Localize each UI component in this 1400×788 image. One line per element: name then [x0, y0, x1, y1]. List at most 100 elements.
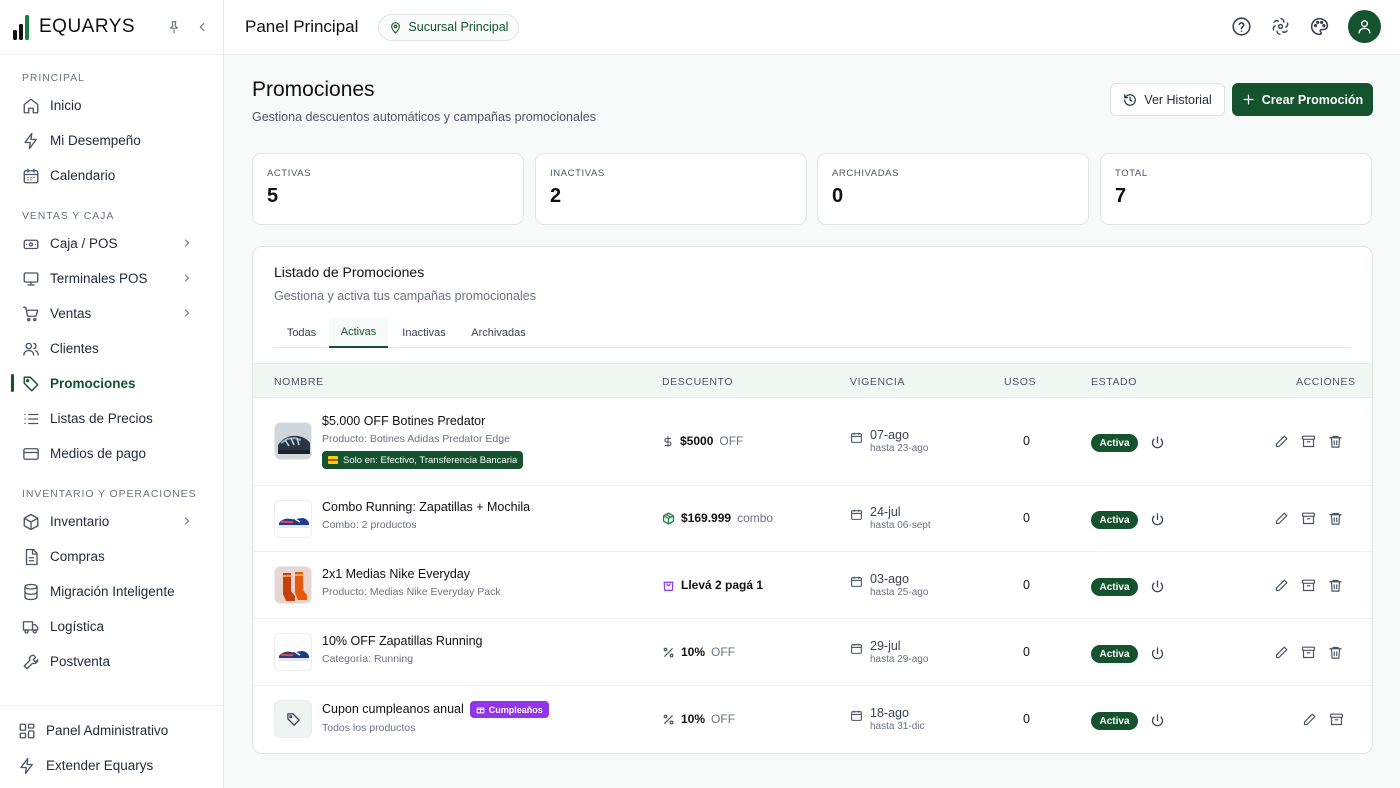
sidebar-item-promociones[interactable]: Promociones [0, 366, 223, 401]
calendar-icon [851, 576, 862, 587]
table-row[interactable]: Combo Running: Zapatillas + Mochila Comb… [253, 486, 1372, 552]
promotions-list-card: Listado de Promociones Gestiona y activa… [252, 246, 1373, 754]
page-subtitle: Gestiona descuentos automáticos y campañ… [252, 110, 596, 124]
date-to: hasta 31-dic [870, 721, 925, 732]
tab-archivadas[interactable]: Archivadas [460, 318, 537, 348]
table-row[interactable]: 2x1 Medias Nike Everyday Producto: Media… [253, 552, 1372, 619]
sidebar-item-medios-pago[interactable]: Medios de pago [0, 436, 223, 471]
uses-count: 0 [1023, 712, 1030, 726]
archive-icon[interactable] [1301, 434, 1316, 449]
chevron-right-icon [184, 239, 190, 247]
power-toggle-icon[interactable] [1150, 435, 1165, 450]
date-from: 24-jul [870, 505, 901, 519]
delete-icon[interactable] [1328, 578, 1343, 593]
pin-icon[interactable] [167, 20, 181, 34]
row-actions [1302, 712, 1344, 727]
sidebar-item-inventario[interactable]: Inventario [0, 504, 223, 539]
collapse-sidebar-icon[interactable] [195, 20, 209, 34]
plus-icon [1243, 94, 1254, 105]
discount-cell: 10% OFF [662, 645, 735, 659]
uses-count: 0 [1023, 578, 1030, 592]
edit-icon[interactable] [1274, 645, 1289, 660]
sidebar-item-label: Extender Equarys [46, 758, 154, 773]
sidebar-item-ventas[interactable]: Ventas [0, 296, 223, 331]
sidebar-item-label: Inicio [50, 98, 82, 113]
table-row[interactable]: Cupon cumpleanos anual Cumpleaños Todos l… [253, 686, 1372, 753]
create-promotion-button[interactable]: Crear Promoción [1232, 83, 1373, 116]
stat-label: ARCHIVADAS [832, 168, 900, 179]
edit-icon[interactable] [1274, 511, 1289, 526]
edit-icon[interactable] [1302, 712, 1317, 727]
table-row[interactable]: $5.000 OFF Botines Predator Producto: Bo… [253, 398, 1372, 486]
power-toggle-icon[interactable] [1150, 579, 1165, 594]
delete-icon[interactable] [1328, 645, 1343, 660]
edit-icon[interactable] [1274, 578, 1289, 593]
archive-icon[interactable] [1301, 578, 1316, 593]
sidebar-item-label: Mi Desempeño [50, 133, 141, 148]
promotion-name: Cupon cumpleanos anual [322, 701, 464, 716]
power-toggle-icon[interactable] [1150, 512, 1165, 527]
table-row[interactable]: 10% OFF Zapatillas Running Categoría: Ru… [253, 619, 1372, 686]
palette-icon[interactable] [1309, 16, 1330, 37]
discount-value: $5000 [680, 434, 714, 448]
edit-icon[interactable] [1274, 434, 1289, 449]
calendar-icon [851, 643, 862, 654]
percent-icon [663, 714, 674, 724]
gift-icon [476, 707, 485, 714]
history-button[interactable]: Ver Historial [1110, 83, 1225, 116]
archive-icon[interactable] [1329, 712, 1344, 727]
cart-icon [22, 306, 39, 321]
date-from: 07-ago [870, 428, 909, 442]
shopping-bag-icon [663, 581, 674, 591]
help-icon[interactable] [1231, 16, 1252, 37]
branch-selector[interactable]: Sucursal Principal [378, 13, 520, 41]
percent-icon [663, 647, 674, 657]
sidebar-item-label: Listas de Precios [50, 411, 153, 426]
promotion-name: $5.000 OFF Botines Predator [322, 414, 486, 428]
logo-row: EQUARYS [0, 0, 223, 55]
discount-value: 10% [681, 645, 706, 659]
sidebar-item-label: Caja / POS [50, 236, 118, 251]
sidebar-item-listas-precios[interactable]: Listas de Precios [0, 401, 223, 436]
table-header: NOMBRE DESCUENTO VIGENCIA USOS ESTADO AC… [253, 363, 1372, 398]
sidebar-item-calendario[interactable]: Calendario [0, 158, 223, 193]
monitor-icon [23, 271, 39, 286]
discount-cell: 10% OFF [662, 712, 735, 726]
payment-method-badge: Solo en: Efectivo, Transferencia Bancari… [322, 451, 524, 469]
tab-todas[interactable]: Todas [274, 318, 329, 348]
delete-icon[interactable] [1328, 434, 1343, 449]
sidebar-item-extender[interactable]: Extender Equarys [0, 748, 223, 783]
sidebar-item-panel-admin[interactable]: Panel Administrativo [0, 713, 223, 748]
sidebar-item-logistica[interactable]: Logística [0, 609, 223, 644]
date-to: hasta 25-ago [870, 587, 929, 598]
power-toggle-icon[interactable] [1150, 646, 1165, 661]
ai-assistant-icon[interactable] [1270, 16, 1291, 37]
delete-icon[interactable] [1328, 511, 1343, 526]
stat-label: TOTAL [1115, 168, 1148, 179]
sidebar-item-postventa[interactable]: Postventa [0, 644, 223, 679]
sidebar-item-inicio[interactable]: Inicio [0, 88, 223, 123]
tag-icon [286, 712, 300, 726]
sidebar-item-terminales-pos[interactable]: Terminales POS [0, 261, 223, 296]
stat-card-inactivas: INACTIVAS 2 [535, 153, 807, 225]
discount-value: $169.999 [681, 511, 732, 525]
stat-value: 7 [1115, 185, 1127, 207]
sidebar-item-clientes[interactable]: Clientes [0, 331, 223, 366]
power-toggle-icon[interactable] [1150, 713, 1165, 728]
archive-icon[interactable] [1301, 511, 1316, 526]
sidebar-item-compras[interactable]: Compras [0, 539, 223, 574]
create-button-label: Crear Promoción [1261, 92, 1364, 107]
chevron-right-icon [184, 274, 190, 282]
sidebar-item-migracion[interactable]: Migración Inteligente [0, 574, 223, 609]
sidebar-item-mi-desempeno[interactable]: Mi Desempeño [0, 123, 223, 158]
sidebar-item-label: Logística [50, 619, 105, 634]
archive-icon[interactable] [1301, 645, 1316, 660]
uses-count: 0 [1023, 645, 1030, 659]
page-title: Promociones [252, 78, 375, 101]
user-avatar[interactable] [1348, 10, 1381, 43]
brand-name: EQUARYS [39, 16, 136, 37]
tab-inactivas[interactable]: Inactivas [388, 318, 460, 348]
tab-activas[interactable]: Activas [329, 318, 388, 348]
sidebar-item-caja-pos[interactable]: Caja / POS [0, 226, 223, 261]
uses-count: 0 [1023, 434, 1030, 448]
